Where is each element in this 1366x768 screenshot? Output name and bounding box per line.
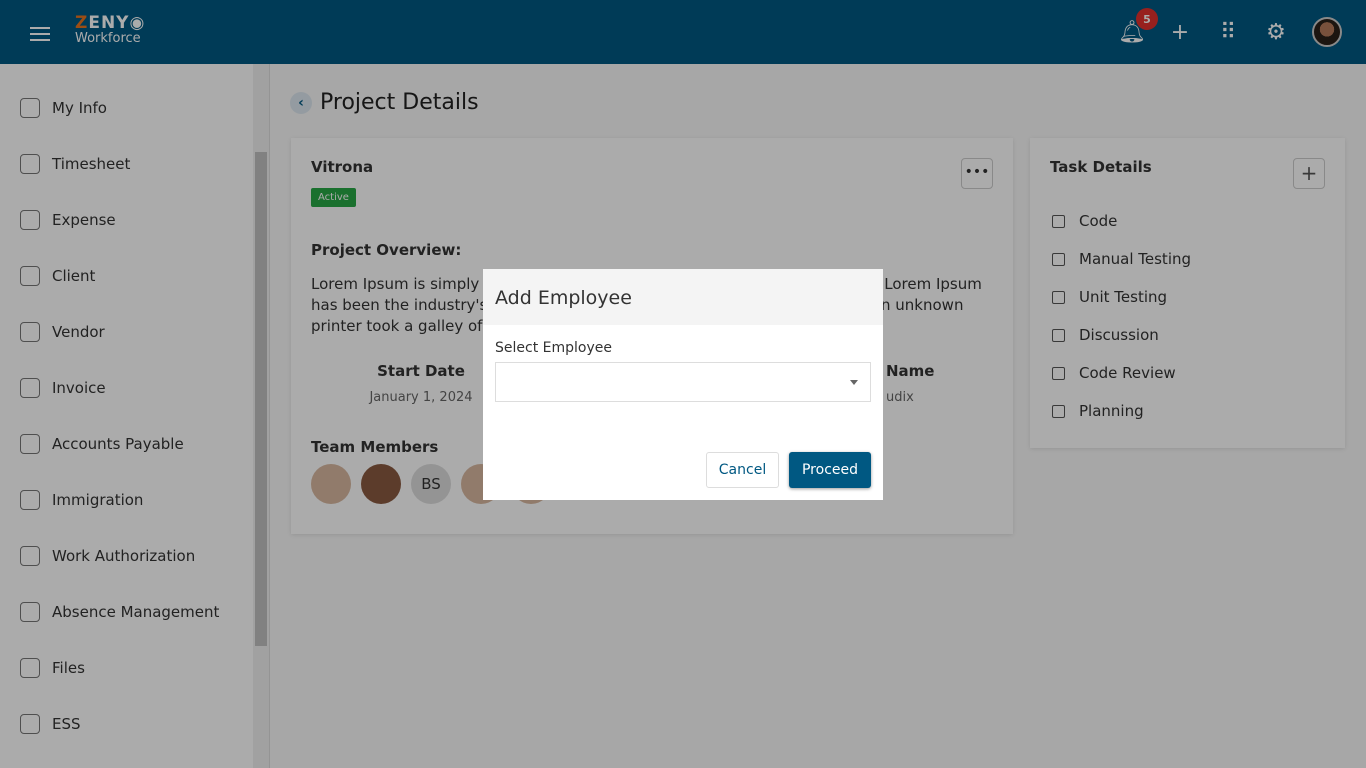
cancel-button[interactable]: Cancel <box>706 452 779 488</box>
add-employee-dialog: Add Employee Select Employee Cancel Proc… <box>483 269 883 500</box>
select-employee-dropdown[interactable] <box>495 362 871 402</box>
dialog-title: Add Employee <box>483 269 883 325</box>
select-employee-label: Select Employee <box>495 340 612 356</box>
chevron-down-icon <box>850 380 858 385</box>
proceed-button[interactable]: Proceed <box>789 452 871 488</box>
